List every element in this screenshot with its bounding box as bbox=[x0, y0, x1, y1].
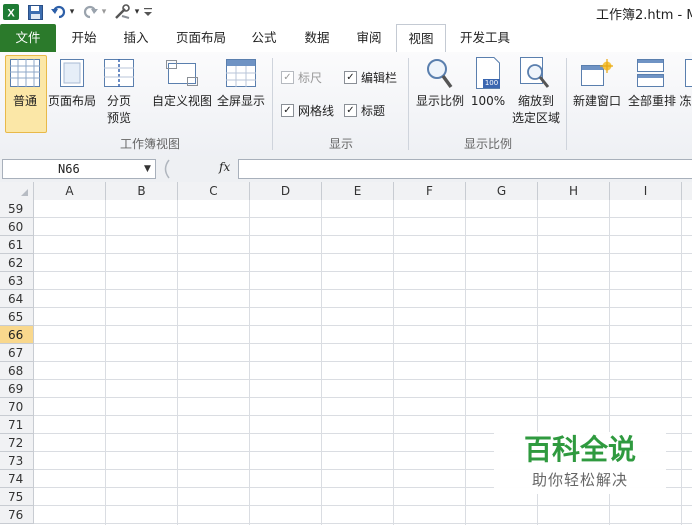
undo-dropdown-icon[interactable]: ▾ bbox=[67, 3, 77, 21]
zoom-100-label: 100% bbox=[470, 94, 506, 108]
name-box-dropdown-icon[interactable]: ▼ bbox=[144, 160, 151, 178]
new-window-label: 新建窗口 bbox=[572, 94, 621, 108]
row-header[interactable]: 60 bbox=[0, 218, 34, 236]
name-box-value: N66 bbox=[58, 162, 80, 176]
row-header[interactable]: 64 bbox=[0, 290, 34, 308]
column-header[interactable]: B bbox=[106, 182, 178, 200]
svg-text:X: X bbox=[7, 8, 15, 20]
row-header[interactable]: 74 bbox=[0, 470, 34, 488]
zoom-group-label: 显示比例 bbox=[463, 137, 512, 151]
gridlines-checkbox[interactable]: ✓ bbox=[281, 104, 294, 117]
column-header[interactable]: H bbox=[538, 182, 610, 200]
insert-function-icon[interactable]: fx bbox=[219, 158, 230, 176]
arrange-all-label: 全部重排 bbox=[627, 94, 676, 108]
row-header[interactable]: 72 bbox=[0, 434, 34, 452]
row-header[interactable]: 66 bbox=[0, 326, 34, 344]
window-title: 工作簿2.htm - M bbox=[596, 8, 692, 23]
row-header[interactable]: 61 bbox=[0, 236, 34, 254]
tab-view[interactable]: 视图 bbox=[396, 24, 446, 54]
row-header[interactable]: 70 bbox=[0, 398, 34, 416]
column-header[interactable]: D bbox=[250, 182, 322, 200]
row-header[interactable]: 65 bbox=[0, 308, 34, 326]
zoom-100-icon-text: 100 bbox=[484, 79, 499, 87]
tab-page-layout[interactable]: 页面布局 bbox=[166, 24, 236, 52]
formula-input[interactable] bbox=[238, 159, 692, 179]
tab-insert[interactable]: 插入 bbox=[114, 24, 158, 52]
zoom-to-selection-label-1: 缩放到 bbox=[517, 94, 554, 108]
page-layout-label: 页面布局 bbox=[47, 94, 96, 108]
row-header[interactable]: 76 bbox=[0, 506, 34, 524]
zoom-to-selection-label-2: 选定区域 bbox=[511, 111, 560, 125]
tab-file[interactable]: 文件 bbox=[0, 24, 56, 52]
tools-dropdown-icon[interactable]: ▾ bbox=[133, 3, 141, 21]
select-all-button[interactable] bbox=[0, 182, 34, 200]
row-header[interactable]: 68 bbox=[0, 362, 34, 380]
column-header[interactable]: G bbox=[466, 182, 538, 200]
page-break-label-1: 分页 bbox=[106, 94, 131, 108]
tools-icon[interactable] bbox=[113, 3, 133, 21]
ruler-label: 标尺 bbox=[298, 71, 323, 85]
group-separator bbox=[566, 58, 567, 150]
formula-bar-resize-handle[interactable] bbox=[160, 159, 172, 179]
row-header[interactable]: 67 bbox=[0, 344, 34, 362]
watermark-title: 百科全说 bbox=[523, 433, 636, 466]
page-layout-icon bbox=[57, 59, 87, 90]
headings-label: 标题 bbox=[361, 104, 386, 118]
normal-view-icon bbox=[10, 59, 40, 90]
ruler-checkbox[interactable]: ✓ bbox=[281, 71, 294, 84]
undo-icon[interactable] bbox=[50, 3, 66, 21]
tab-review[interactable]: 审阅 bbox=[347, 24, 391, 52]
zoom-label: 显示比例 bbox=[415, 94, 464, 108]
zoom-to-selection-icon bbox=[520, 57, 550, 92]
row-header[interactable]: 75 bbox=[0, 488, 34, 506]
redo-icon[interactable] bbox=[82, 3, 98, 21]
show-group-label: 显示 bbox=[328, 137, 353, 151]
freeze-panes-label: 冻 bbox=[679, 94, 692, 108]
row-header[interactable]: 59 bbox=[0, 200, 34, 218]
column-header[interactable]: F bbox=[394, 182, 466, 200]
row-header[interactable]: 73 bbox=[0, 452, 34, 470]
gridlines-label: 网格线 bbox=[298, 104, 335, 118]
watermark-subtitle: 助你轻松解决 bbox=[531, 471, 628, 489]
group-separator bbox=[408, 58, 409, 150]
page-break-label-2: 预览 bbox=[106, 111, 131, 125]
group-separator bbox=[272, 58, 273, 150]
normal-view-label: 普通 bbox=[12, 94, 37, 108]
formula-bar-checkbox[interactable]: ✓ bbox=[344, 71, 357, 84]
headings-checkbox[interactable]: ✓ bbox=[344, 104, 357, 117]
freeze-panes-icon bbox=[685, 59, 692, 87]
column-header[interactable]: E bbox=[322, 182, 394, 200]
page-break-preview-icon bbox=[104, 59, 134, 90]
arrange-all-icon bbox=[637, 59, 665, 90]
column-header[interactable]: C bbox=[178, 182, 250, 200]
workbook-views-group-label: 工作簿视图 bbox=[119, 137, 180, 151]
row-header[interactable]: 69 bbox=[0, 380, 34, 398]
full-screen-icon bbox=[226, 59, 256, 90]
save-icon[interactable] bbox=[26, 3, 44, 21]
tab-home[interactable]: 开始 bbox=[62, 24, 106, 52]
tab-data[interactable]: 数据 bbox=[295, 24, 339, 52]
magnifier-icon bbox=[425, 57, 455, 92]
row-header[interactable]: 63 bbox=[0, 272, 34, 290]
new-window-icon bbox=[581, 59, 614, 90]
tab-formulas[interactable]: 公式 bbox=[242, 24, 286, 52]
custom-views-label: 自定义视图 bbox=[151, 94, 212, 108]
tab-developer[interactable]: 开发工具 bbox=[452, 24, 518, 52]
full-screen-label: 全屏显示 bbox=[216, 94, 265, 108]
column-header[interactable]: A bbox=[34, 182, 106, 200]
formula-bar-label: 编辑栏 bbox=[361, 71, 398, 85]
customize-quick-access-icon[interactable] bbox=[143, 3, 153, 21]
excel-logo-icon[interactable]: X bbox=[2, 3, 20, 21]
row-header[interactable]: 71 bbox=[0, 416, 34, 434]
redo-dropdown-icon[interactable]: ▾ bbox=[99, 3, 109, 21]
row-header[interactable]: 62 bbox=[0, 254, 34, 272]
custom-views-icon bbox=[166, 60, 198, 89]
column-header[interactable]: I bbox=[610, 182, 682, 200]
